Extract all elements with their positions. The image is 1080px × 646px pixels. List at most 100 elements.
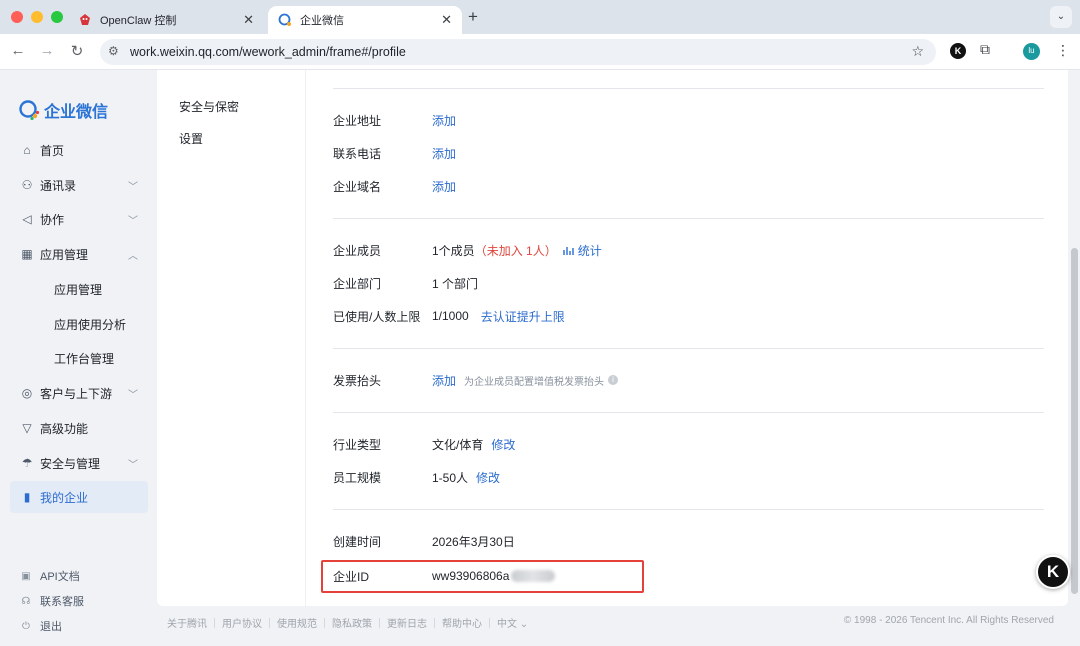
row-departments: 企业部门 1 个部门 — [333, 273, 478, 293]
advanced-icon: ▽ — [22, 421, 32, 435]
sidebar-item-label: 通讯录 — [40, 178, 77, 193]
tab-title: 企业微信 — [300, 15, 344, 27]
wecom-logo-icon — [19, 100, 40, 121]
footer-link-rules[interactable]: 使用规范 — [277, 615, 317, 630]
language-select[interactable]: 中文 ⌄ — [497, 615, 528, 630]
sidebar-item-label: 协作 — [40, 212, 65, 227]
footer-link-help[interactable]: 帮助中心 — [442, 615, 482, 630]
sidebar-item-security[interactable]: ☂ 安全与管理 ﹀ — [10, 447, 148, 479]
chevron-up-icon: ︿ — [128, 250, 138, 262]
home-icon: ⌂ — [23, 143, 31, 157]
k-floating-button[interactable]: K — [1036, 555, 1070, 589]
row-invoice: 发票抬头 添加 为企业成员配置增值税发票抬头 i — [333, 370, 619, 390]
footer-link-privacy[interactable]: 隐私政策 — [332, 615, 372, 630]
tab-close-icon[interactable]: ✕ — [243, 12, 254, 28]
support-link[interactable]: ☊ 联系客服 — [20, 593, 84, 609]
invoice-hint: 为企业成员配置增值税发票抬头 — [464, 376, 605, 388]
row-created: 创建时间 2026年3月30日 — [333, 531, 515, 551]
back-icon[interactable]: ← — [8, 42, 28, 59]
chevron-down-icon: ﹀ — [128, 215, 138, 227]
footer-divider — [379, 617, 380, 628]
minimize-window-button[interactable] — [31, 11, 43, 23]
sidebar-item-contacts[interactable]: ⚇ 通讯录 ﹀ — [10, 169, 148, 201]
row-phone: 联系电话 添加 — [333, 143, 456, 163]
industry-value: 文化/体育 — [432, 437, 484, 452]
add-domain-link[interactable]: 添加 — [432, 178, 456, 195]
url-text[interactable]: work.weixin.qq.com/wework_admin/frame#/p… — [130, 45, 406, 59]
maximize-window-button[interactable] — [51, 11, 63, 23]
wecom-logo[interactable]: 企业微信 — [18, 98, 108, 122]
bookmark-star-icon[interactable]: ☆ — [911, 43, 924, 60]
footer-link-about[interactable]: 关于腾讯 — [167, 615, 207, 630]
site-settings-icon[interactable]: ⚙ — [108, 44, 119, 58]
sidebar-item-label: 客户与上下游 — [40, 386, 113, 401]
browser-toolbar: ← → ↻ ⚙ work.weixin.qq.com/wework_admin/… — [0, 34, 1080, 70]
sidebar-subitem-app-management[interactable]: 应用管理 — [10, 273, 148, 305]
footer-divider — [269, 617, 270, 628]
footer-link-agreement[interactable]: 用户协议 — [222, 615, 262, 630]
tab-wecom[interactable]: 企业微信 ✕ — [268, 6, 462, 34]
api-doc-link[interactable]: ▣ API文档 — [20, 568, 80, 584]
address-bar[interactable]: ⚙ work.weixin.qq.com/wework_admin/frame#… — [100, 39, 936, 65]
sidebar-item-app-management[interactable]: ▦ 应用管理 ︿ — [10, 238, 148, 270]
footer: 关于腾讯 用户协议 使用规范 隐私政策 更新日志 帮助中心 中文 ⌄ © 199… — [157, 612, 1068, 632]
chart-icon[interactable] — [563, 244, 575, 256]
sidebar-item-advanced[interactable]: ▽ 高级功能 — [10, 412, 148, 444]
member-limit-value: 1/1000 — [432, 309, 469, 323]
pending-members[interactable]: （未加入 1人） — [475, 242, 557, 259]
forward-icon[interactable]: → — [37, 42, 57, 59]
profile-avatar[interactable]: lu — [1023, 43, 1040, 60]
tab-close-icon[interactable]: ✕ — [441, 12, 452, 28]
tab-openclaw[interactable]: OpenClaw 控制 ✕ — [68, 6, 264, 34]
stats-link[interactable]: 统计 — [578, 242, 602, 259]
edit-scale-link[interactable]: 修改 — [476, 469, 500, 486]
divider — [333, 509, 1044, 510]
field-label: 行业类型 — [333, 437, 382, 452]
field-label: 发票抬头 — [333, 373, 382, 388]
security-icon: ☂ — [21, 456, 33, 470]
add-invoice-link[interactable]: 添加 — [432, 372, 456, 389]
chevron-down-icon: ﹀ — [128, 181, 138, 193]
add-phone-link[interactable]: 添加 — [432, 145, 456, 162]
browser-titlebar: OpenClaw 控制 ✕ 企业微信 ✕ + ⌄ — [0, 0, 1080, 34]
sidebar-subitem-workbench[interactable]: 工作台管理 — [10, 342, 148, 374]
sidebar-item-label: 应用使用分析 — [54, 317, 127, 332]
sidebar-item-label: 应用管理 — [54, 282, 103, 297]
info-icon[interactable]: i — [608, 375, 619, 385]
field-label: 已使用/人数上限 — [333, 309, 421, 324]
footer-link-changelog[interactable]: 更新日志 — [387, 615, 427, 630]
openclaw-icon — [80, 14, 90, 25]
raise-limit-link[interactable]: 去认证提升上限 — [481, 308, 565, 325]
close-window-button[interactable] — [11, 11, 23, 23]
scrollbar-thumb[interactable] — [1071, 248, 1078, 594]
edit-industry-link[interactable]: 修改 — [491, 436, 515, 453]
field-label: 企业地址 — [333, 113, 382, 128]
logo-text: 企业微信 — [44, 104, 109, 121]
subnav-item-settings[interactable]: 设置 — [179, 130, 203, 147]
sidebar-item-home[interactable]: ⌂ 首页 — [10, 134, 148, 166]
sidebar-item-customers[interactable]: ◎ 客户与上下游 ﹀ — [10, 377, 148, 409]
add-address-link[interactable]: 添加 — [432, 112, 456, 129]
sidebar: 企业微信 ⌂ 首页 ⚇ 通讯录 ﹀ ◁ 协作 ﹀ ▦ 应用管理 ︿ 应用管理 应… — [0, 70, 157, 646]
tab-search-button[interactable]: ⌄ — [1050, 6, 1072, 28]
sidebar-item-label: 安全与管理 — [40, 456, 101, 471]
logout-link[interactable]: ⏻ 退出 — [20, 618, 62, 634]
extensions-puzzle-icon[interactable]: ⧉ — [980, 41, 996, 57]
browser-menu-icon[interactable]: ⋮ — [1056, 42, 1070, 59]
row-industry: 行业类型 文化/体育 修改 — [333, 434, 515, 454]
sidebar-item-collab[interactable]: ◁ 协作 ﹀ — [10, 203, 148, 235]
divider — [333, 348, 1044, 349]
sidebar-item-label: 工作台管理 — [54, 351, 115, 366]
tab-title: OpenClaw 控制 — [100, 15, 177, 27]
new-tab-button[interactable]: + — [468, 7, 478, 27]
subnav-item-security[interactable]: 安全与保密 — [179, 98, 239, 115]
reload-icon[interactable]: ↻ — [67, 42, 87, 60]
sidebar-item-my-enterprise[interactable]: ▮ 我的企业 — [10, 481, 148, 513]
api-doc-label: API文档 — [40, 571, 80, 583]
member-count: 1个成员 — [432, 243, 475, 258]
k-extension-icon[interactable]: K — [950, 43, 966, 59]
sidebar-subitem-app-usage[interactable]: 应用使用分析 — [10, 308, 148, 340]
footer-divider — [324, 617, 325, 628]
support-icon: ☊ — [21, 595, 31, 607]
enterprise-icon: ▮ — [23, 490, 31, 504]
